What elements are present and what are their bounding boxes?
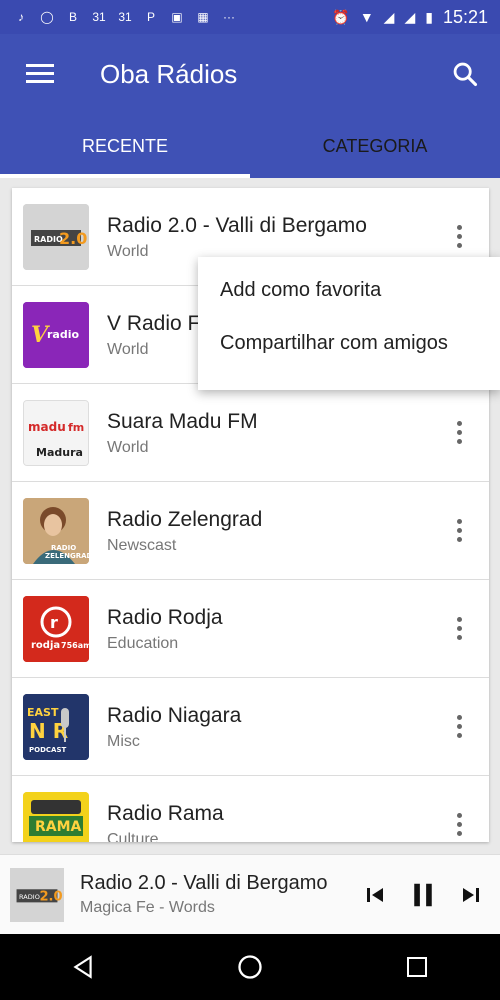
previous-button[interactable] — [358, 878, 392, 912]
wifi-icon: ▼ — [359, 9, 374, 25]
calendar-31-icon: 31 — [92, 10, 106, 24]
tab-recente[interactable]: RECENTE — [0, 114, 250, 178]
notification-icons: ♪ ◯ B 31 31 P ▣ ▦ ··· — [12, 8, 238, 26]
tab-indicator — [0, 174, 250, 178]
signal-icon: ◢ — [404, 8, 416, 25]
whatsapp-icon: ◯ — [40, 10, 54, 24]
svg-text:ZELENGRAD: ZELENGRAD — [45, 552, 89, 560]
station-name: Radio Rodja — [107, 605, 223, 629]
svg-text:2.0: 2.0 — [59, 229, 87, 248]
more-options-button[interactable] — [447, 712, 471, 742]
station-category: Culture — [107, 830, 159, 843]
music-icon: ♪ — [18, 10, 24, 24]
overflow-menu: Add como favorita Compartilhar com amigo… — [198, 257, 500, 390]
more-options-button[interactable] — [447, 516, 471, 546]
tab-categoria[interactable]: CATEGORIA — [250, 114, 500, 178]
svg-text:RADIO: RADIO — [19, 893, 40, 901]
recents-square-icon — [406, 957, 427, 977]
svg-text:2.0: 2.0 — [39, 889, 62, 904]
player-subtitle: Magica Fe - Words — [80, 899, 215, 916]
svg-text:madu: madu — [28, 420, 66, 434]
menu-button[interactable] — [0, 34, 80, 114]
more-options-button[interactable] — [447, 614, 471, 644]
image-icon: ▦ — [197, 10, 209, 24]
next-button[interactable] — [454, 878, 488, 912]
station-logo: RADIO 2.0 — [23, 203, 89, 270]
status-time: 15:21 — [442, 6, 488, 27]
back-button[interactable] — [53, 937, 113, 997]
tab-label: CATEGORIA — [322, 135, 428, 156]
calendar-31-icon: 31 — [118, 10, 132, 24]
search-icon — [453, 62, 478, 87]
menu-item-share[interactable]: Compartilhar com amigos — [198, 313, 500, 373]
recents-button[interactable] — [387, 937, 447, 997]
alarm-icon: ⏰ — [332, 8, 350, 25]
list-item[interactable]: madu fm Madura Suara Madu FM World — [12, 384, 489, 482]
home-button[interactable] — [220, 937, 280, 997]
menu-item-add-favorite[interactable]: Add como favorita — [198, 269, 500, 313]
b-icon: B — [68, 10, 77, 24]
battery-icon: ▮ — [425, 8, 433, 25]
station-name: Suara Madu FM — [107, 409, 258, 433]
back-triangle-icon — [73, 955, 92, 979]
pause-button[interactable] — [406, 878, 440, 912]
list-item[interactable]: RADIO ZELENGRAD Radio Zelengrad Newscast — [12, 482, 489, 580]
station-logo: EAST N R PODCAST — [23, 693, 89, 760]
list-item[interactable]: EAST N R PODCAST Radio Niagara Misc — [12, 678, 489, 776]
more-options-button[interactable] — [447, 810, 471, 840]
station-name: V Radio F — [107, 311, 201, 335]
system-nav-bar — [0, 934, 500, 1000]
pause-icon — [414, 883, 432, 907]
station-logo: RAMA — [23, 791, 89, 842]
logo-caption: Madura — [36, 446, 83, 459]
svg-text:rodja: rodja — [31, 640, 60, 651]
station-logo: V radio — [23, 301, 89, 368]
station-category: Education — [107, 634, 179, 652]
skip-previous-icon — [367, 888, 383, 902]
p-icon: P — [146, 10, 155, 24]
tab-bar: RECENTE CATEGORIA — [0, 114, 500, 178]
mini-player[interactable]: RADIO 2.0 Radio 2.0 - Valli di Bergamo M… — [0, 854, 500, 934]
status-bar: ♪ ◯ B 31 31 P ▣ ▦ ··· ⏰ ▼ ◢ ◢ ▮ 15:21 — [0, 0, 500, 34]
player-logo: RADIO 2.0 — [10, 867, 64, 922]
svg-text:756am: 756am — [61, 641, 89, 650]
more-options-button[interactable] — [447, 418, 471, 448]
svg-text:RADIO: RADIO — [51, 544, 76, 552]
station-category: World — [107, 438, 149, 456]
player-title: Radio 2.0 - Valli di Bergamo — [80, 872, 328, 894]
svg-text:PODCAST: PODCAST — [29, 746, 66, 754]
station-category: Misc — [107, 732, 140, 750]
svg-text:fm: fm — [68, 421, 84, 434]
more-dots-icon: ··· — [223, 10, 235, 24]
player-controls — [358, 855, 488, 935]
skip-next-icon — [463, 888, 479, 902]
more-options-button[interactable] — [447, 222, 471, 252]
system-icons: ⏰ ▼ ◢ ◢ ▮ 15:21 — [332, 7, 488, 28]
station-name: Radio Zelengrad — [107, 507, 263, 531]
app-title: Oba Rádios — [100, 58, 238, 89]
list-item[interactable]: RAMA Radio Rama Culture — [12, 776, 489, 842]
signal-icon: ◢ — [383, 8, 395, 25]
station-name: Radio Niagara — [107, 703, 242, 727]
home-circle-icon — [238, 955, 262, 979]
app-bar: Oba Rádios — [0, 34, 500, 114]
list-item[interactable]: r rodja 756am Radio Rodja Education — [12, 580, 489, 678]
svg-text:radio: radio — [47, 328, 79, 341]
station-name: Radio Rama — [107, 801, 224, 825]
station-category: Newscast — [107, 536, 177, 554]
station-logo: RADIO ZELENGRAD — [23, 497, 89, 564]
hamburger-icon — [26, 64, 54, 84]
gallery-icon: ▣ — [171, 10, 183, 24]
svg-text:RAMA: RAMA — [35, 819, 82, 835]
station-logo: madu fm Madura — [23, 399, 89, 466]
station-name: Radio 2.0 - Valli di Bergamo — [107, 213, 367, 237]
svg-text:EAST: EAST — [27, 706, 59, 719]
tab-label: RECENTE — [81, 135, 168, 156]
station-category: World — [107, 340, 149, 358]
station-logo: r rodja 756am — [23, 595, 89, 662]
svg-text:r: r — [50, 613, 58, 632]
search-button[interactable] — [430, 34, 500, 114]
